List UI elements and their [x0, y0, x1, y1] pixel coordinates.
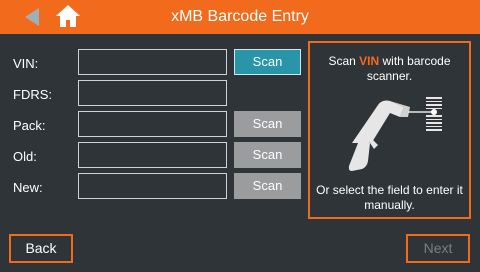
fdrs-field[interactable]: [78, 80, 227, 106]
page-title: xMB Barcode Entry: [171, 8, 309, 25]
new-label: New:: [13, 180, 43, 195]
barcode-scanner-icon: [348, 97, 442, 171]
instruction-text-after: with barcode scanner.: [366, 54, 451, 83]
instruction-panel: Scan VIN with barcode scanner. Or select…: [308, 41, 471, 219]
header-bar: xMB Barcode Entry: [0, 0, 480, 34]
old-scan-button[interactable]: Scan: [234, 142, 301, 168]
old-label: Old:: [13, 149, 37, 164]
instruction-top-text: Scan VIN with barcode scanner.: [310, 54, 469, 84]
back-button[interactable]: Back: [9, 234, 73, 263]
new-scan-button[interactable]: Scan: [234, 173, 301, 199]
instruction-bottom-text: Or select the field to enter it manually…: [316, 183, 463, 212]
fdrs-label: FDRS:: [13, 87, 52, 102]
instruction-highlight: VIN: [359, 54, 380, 68]
new-field[interactable]: [78, 173, 227, 199]
old-field[interactable]: [78, 142, 227, 168]
vin-field[interactable]: [78, 49, 227, 75]
instruction-text-before: Scan: [328, 54, 360, 68]
pack-label: Pack:: [13, 118, 46, 133]
next-button[interactable]: Next: [406, 234, 470, 263]
vin-label: VIN:: [13, 56, 39, 71]
vin-scan-button[interactable]: Scan: [234, 49, 301, 75]
pack-scan-button[interactable]: Scan: [234, 111, 301, 137]
pack-field[interactable]: [78, 111, 227, 137]
